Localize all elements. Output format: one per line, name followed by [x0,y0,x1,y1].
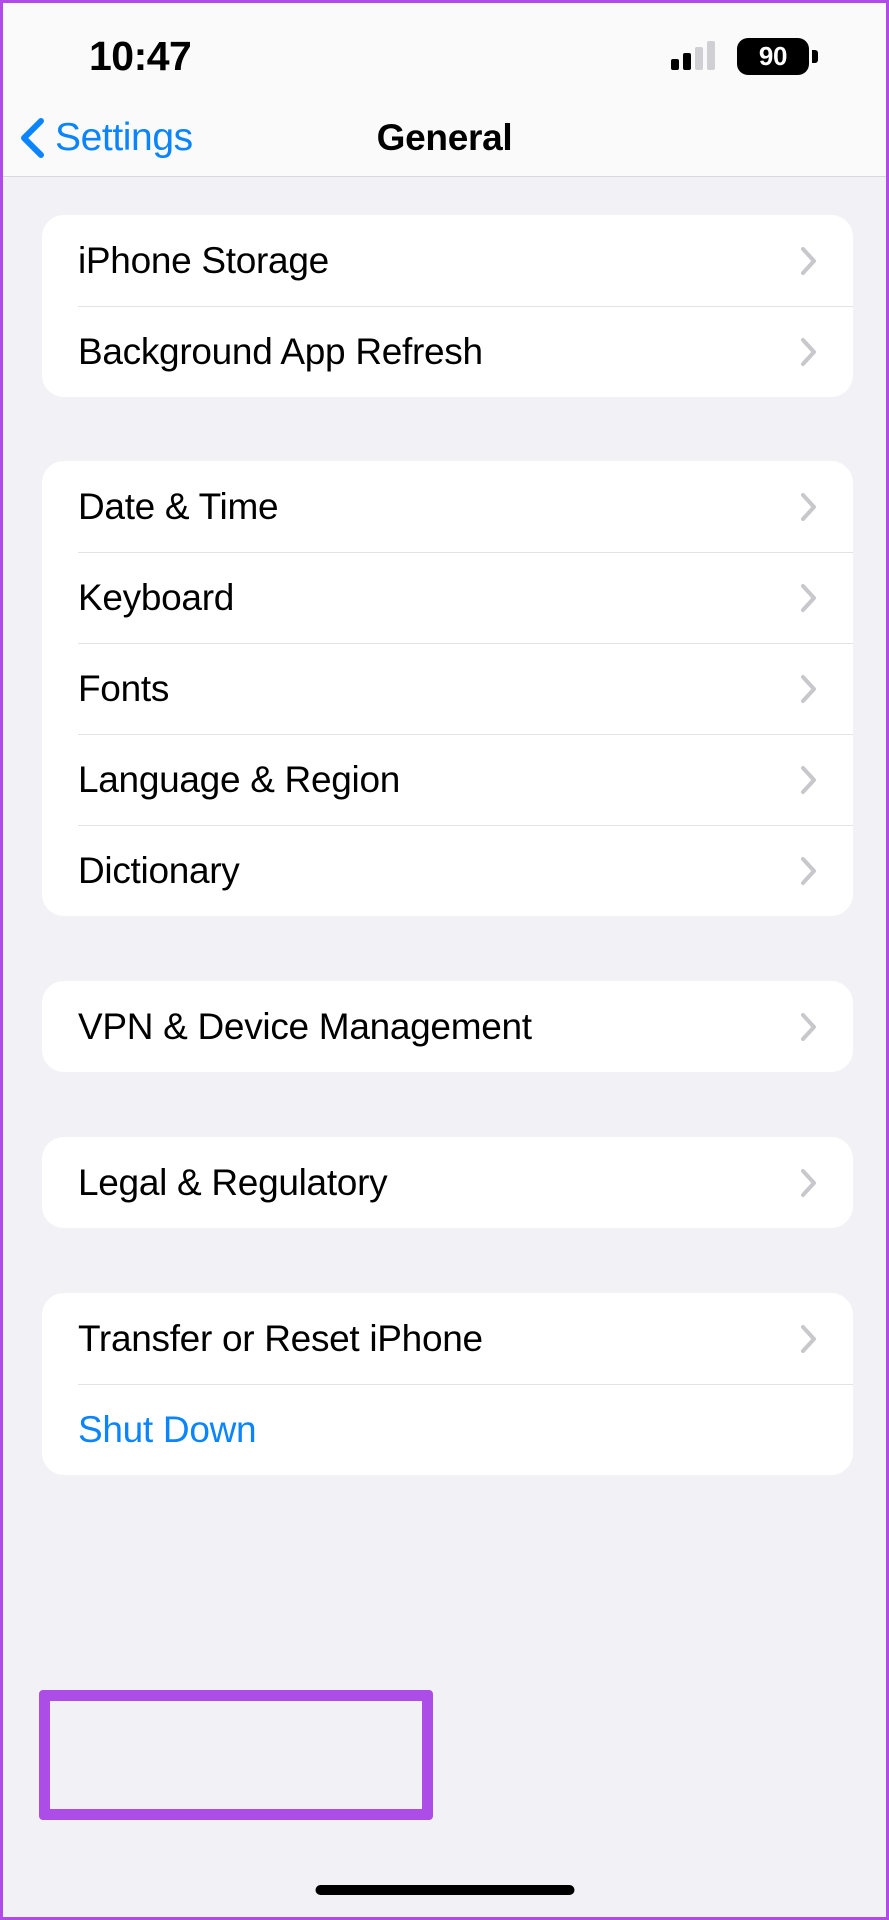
row-label: Keyboard [78,576,234,618]
iphone-screen: 10:47 90 Settings General iPhone Storage… [0,0,889,1920]
status-indicators: 90 [671,37,818,75]
battery-icon: 90 [737,37,818,75]
row-label: Fonts [78,667,170,709]
settings-row-iphone-storage[interactable]: iPhone Storage [42,215,853,306]
settings-row-date-time[interactable]: Date & Time [42,461,853,552]
row-label: Shut Down [78,1408,257,1450]
settings-row-vpn-device-management[interactable]: VPN & Device Management [42,981,853,1072]
settings-group-storage: iPhone Storage Background App Refresh [42,215,853,397]
highlight-annotation-box [39,1690,433,1820]
cellular-signal-icon [671,41,715,70]
settings-group-legal: Legal & Regulatory [42,1137,853,1228]
settings-row-dictionary[interactable]: Dictionary [42,825,853,916]
settings-group-reset: Transfer or Reset iPhone Shut Down [42,1293,853,1475]
settings-row-language-region[interactable]: Language & Region [42,734,853,825]
settings-row-keyboard[interactable]: Keyboard [42,552,853,643]
status-time: 10:47 [89,32,192,79]
home-indicator-bar[interactable] [315,1885,574,1895]
row-label: Transfer or Reset iPhone [78,1317,483,1359]
settings-row-fonts[interactable]: Fonts [42,643,853,734]
row-label: Language & Region [78,758,401,800]
chevron-right-icon [801,583,816,612]
settings-group-vpn: VPN & Device Management [42,981,853,1072]
chevron-right-icon [801,674,816,703]
settings-row-transfer-or-reset-iphone[interactable]: Transfer or Reset iPhone [42,1293,853,1384]
settings-list: iPhone Storage Background App Refresh Da… [3,177,886,1917]
settings-row-background-app-refresh[interactable]: Background App Refresh [42,306,853,397]
row-label: Legal & Regulatory [78,1161,388,1203]
settings-row-legal-regulatory[interactable]: Legal & Regulatory [42,1137,853,1228]
chevron-right-icon [801,246,816,275]
settings-row-shut-down[interactable]: Shut Down [42,1384,853,1475]
row-label: iPhone Storage [78,239,329,281]
status-bar: 10:47 90 [3,3,886,99]
row-label: Date & Time [78,485,279,527]
back-button[interactable]: Settings [19,116,193,160]
chevron-right-icon [801,492,816,521]
battery-level-label: 90 [758,41,788,71]
chevron-right-icon [801,1324,816,1353]
chevron-right-icon [801,337,816,366]
row-label: Background App Refresh [78,330,483,372]
row-label: VPN & Device Management [78,1005,532,1047]
row-label: Dictionary [78,849,240,891]
chevron-left-icon [21,117,44,158]
chevron-right-icon [801,1012,816,1041]
chevron-right-icon [801,765,816,794]
settings-group-system: Date & Time Keyboard Fonts Language & Re… [42,461,853,916]
chevron-right-icon [801,1168,816,1197]
chevron-right-icon [801,856,816,885]
navigation-bar: Settings General [3,99,886,177]
back-button-label: Settings [55,115,193,159]
